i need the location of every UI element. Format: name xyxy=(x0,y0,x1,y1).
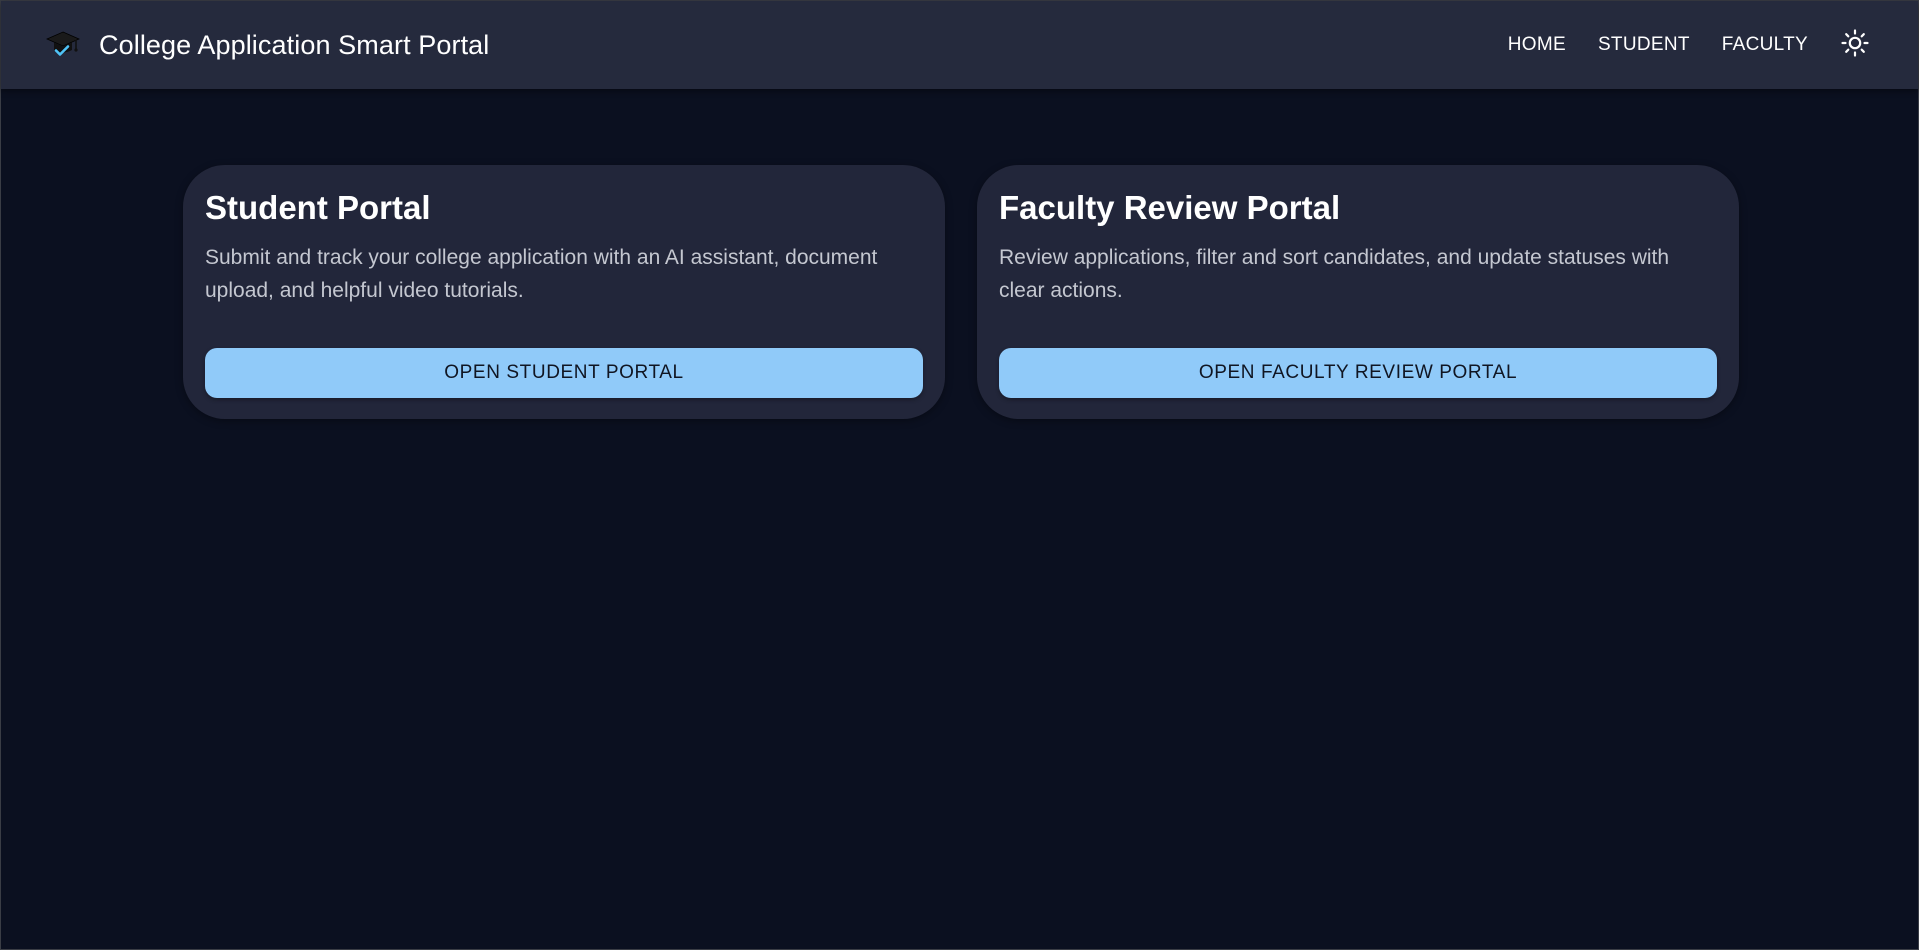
faculty-review-portal-card: Faculty Review Portal Review application… xyxy=(977,165,1739,419)
open-faculty-review-portal-button[interactable]: OPEN FACULTY REVIEW PORTAL xyxy=(999,348,1717,398)
open-student-portal-button[interactable]: OPEN STUDENT PORTAL xyxy=(205,348,923,398)
nav-home-link[interactable]: HOME xyxy=(1492,26,1582,64)
theme-toggle-button[interactable] xyxy=(1834,24,1876,66)
app-root: College Application Smart Portal HOME ST… xyxy=(0,0,1919,950)
card-description: Review applications, filter and sort can… xyxy=(999,245,1670,302)
nav-faculty-link[interactable]: FACULTY xyxy=(1706,26,1824,64)
card-title: Student Portal xyxy=(205,189,431,226)
nav-student-link[interactable]: STUDENT xyxy=(1582,26,1706,64)
main-nav: HOME STUDENT FACULTY xyxy=(1492,24,1876,66)
top-app-bar: College Application Smart Portal HOME ST… xyxy=(1,1,1918,89)
student-portal-card: Student Portal Submit and track your col… xyxy=(183,165,945,419)
graduation-cap-icon xyxy=(45,27,81,63)
card-title: Faculty Review Portal xyxy=(999,189,1341,226)
portal-cards: Student Portal Submit and track your col… xyxy=(183,165,1739,419)
sun-icon xyxy=(1840,28,1870,63)
app-title: College Application Smart Portal xyxy=(99,29,490,60)
card-description: Submit and track your college applicatio… xyxy=(205,245,878,302)
